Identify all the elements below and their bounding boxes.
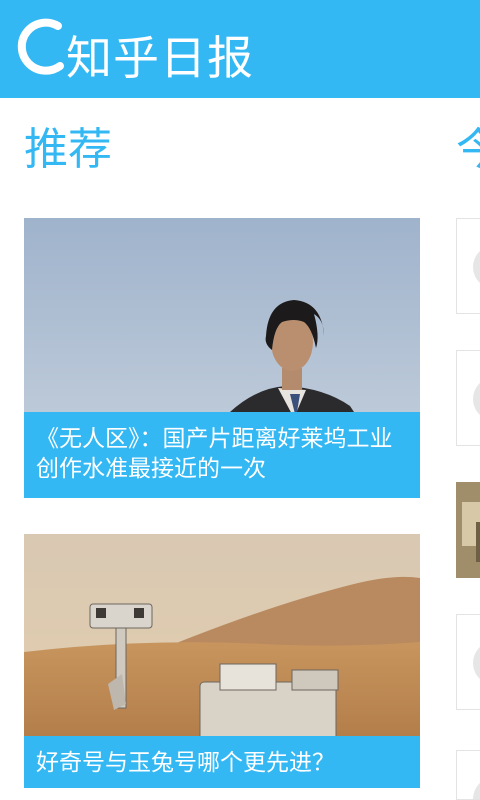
section-title-today: 今	[456, 124, 480, 175]
story-title: 好奇号与玉兔号哪个更先进？	[24, 736, 420, 788]
today-list-item[interactable]	[456, 614, 480, 710]
story-card[interactable]: 好奇号与玉兔号哪个更先进？	[24, 534, 420, 788]
avatar-placeholder	[473, 377, 480, 421]
today-list-item[interactable]	[456, 218, 480, 314]
today-list-item[interactable]	[456, 350, 480, 446]
avatar-placeholder	[473, 245, 480, 289]
today-list-item[interactable]	[456, 750, 480, 800]
story-title: 《无人区》：国产片距离好莱坞工业创作水准最接近的一次	[24, 412, 420, 498]
story-card[interactable]: 《无人区》：国产片距离好莱坞工业创作水准最接近的一次	[24, 218, 420, 498]
top-bar: 知乎日报	[0, 0, 480, 98]
avatar-placeholder	[473, 641, 480, 685]
app-title: 知乎日报	[66, 31, 254, 85]
today-list-item[interactable]	[456, 482, 480, 578]
avatar-placeholder	[473, 777, 480, 799]
section-title-recommended: 推荐	[24, 124, 112, 175]
app-screen: 知乎日报 推荐 今 《无人区》：国产片距离好莱坞工业创作水准最接近的一次 好奇号…	[0, 0, 480, 800]
zhihu-daily-logo-icon[interactable]	[14, 16, 70, 76]
photo-thumbnail	[456, 482, 480, 578]
